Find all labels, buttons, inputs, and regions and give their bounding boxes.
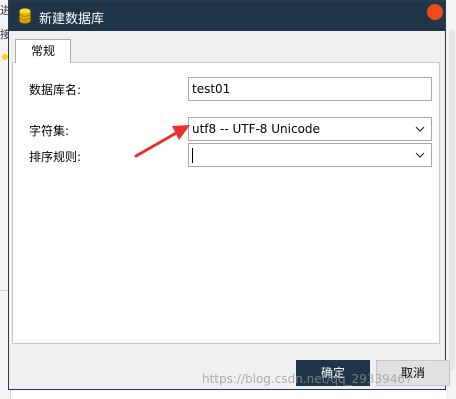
charset-value: utf8 -- UTF-8 Unicode — [192, 122, 320, 136]
collation-label: 排序规则: — [29, 150, 82, 164]
background-scrollbar — [449, 30, 455, 370]
background-app-right — [446, 0, 456, 399]
database-name-input[interactable] — [189, 78, 431, 100]
database-name-label: 数据库名: — [29, 83, 82, 97]
collation-select[interactable] — [188, 143, 432, 167]
annotation-arrow-icon — [134, 125, 190, 158]
database-icon — [19, 8, 31, 24]
chevron-down-icon — [415, 126, 425, 132]
close-button[interactable] — [427, 4, 443, 20]
watermark-text: https://blog.csdn.net/qq_29339467 — [202, 372, 413, 386]
tab-general[interactable]: 常规 — [15, 39, 71, 63]
new-database-dialog: 新建数据库 常规 数据库名: 字符集: utf8 -- UTF-8 Unicod… — [8, 0, 450, 390]
title-bar: 新建数据库 — [9, 1, 445, 31]
general-panel: 数据库名: 字符集: utf8 -- UTF-8 Unicode 排序规则: — [12, 62, 440, 344]
chevron-down-icon — [415, 152, 425, 158]
database-name-field[interactable] — [188, 77, 432, 101]
dialog-title: 新建数据库 — [39, 12, 105, 27]
charset-select[interactable]: utf8 -- UTF-8 Unicode — [188, 117, 432, 141]
charset-label: 字符集: — [29, 124, 70, 138]
